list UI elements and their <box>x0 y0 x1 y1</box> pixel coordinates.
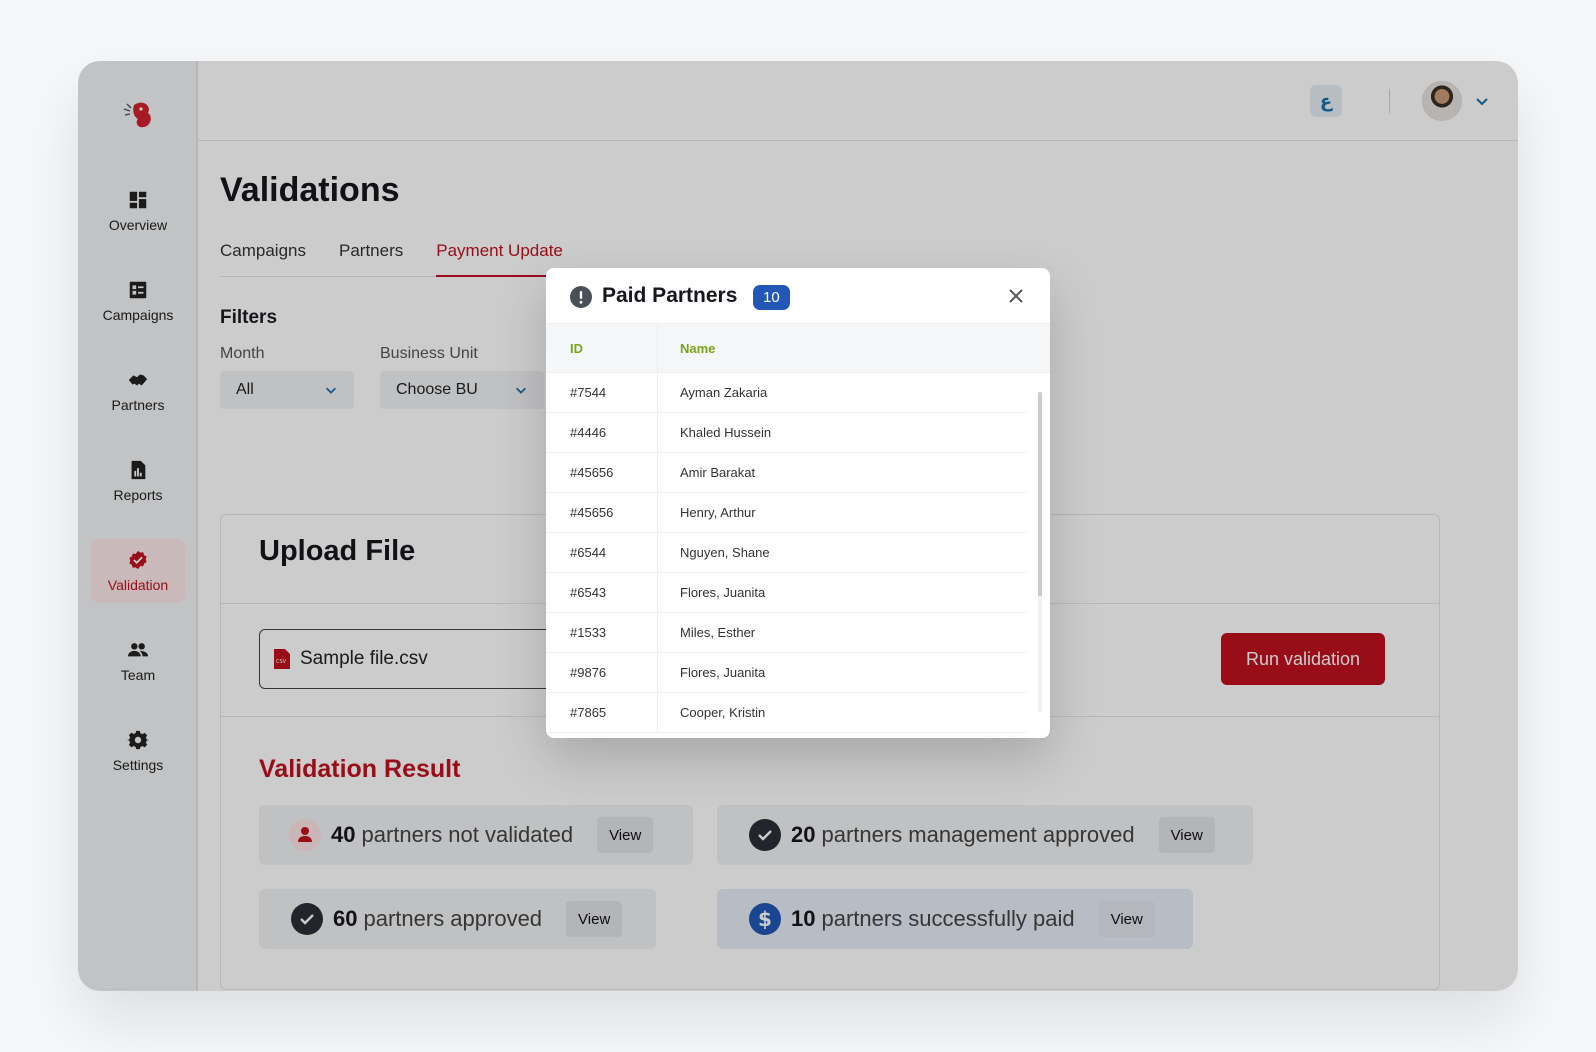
table-row[interactable]: #7544 Ayman Zakaria <box>546 373 1026 413</box>
modal-header: Paid Partners 10 <box>546 268 1050 324</box>
column-header-id[interactable]: ID <box>546 324 658 372</box>
cell-id: #7865 <box>546 693 658 732</box>
table-row[interactable]: #1533 Miles, Esther <box>546 613 1026 653</box>
cell-name: Henry, Arthur <box>680 505 756 520</box>
cell-id: #9876 <box>546 653 658 692</box>
cell-id: #1533 <box>546 613 658 652</box>
close-icon[interactable] <box>1006 286 1026 306</box>
cell-name: Miles, Esther <box>680 625 756 640</box>
cell-name: Nguyen, Shane <box>680 545 770 560</box>
cell-id: #45656 <box>546 493 658 532</box>
cell-name: Cooper, Kristin <box>680 705 766 720</box>
table-header: ID Name <box>546 324 1050 373</box>
scrollbar[interactable] <box>1038 392 1042 712</box>
cell-id: #6543 <box>546 573 658 612</box>
column-header-name[interactable]: Name <box>658 324 715 372</box>
cell-name: Flores, Juanita <box>680 585 766 600</box>
paid-partners-modal: Paid Partners 10 ID Name #7544 Ayman Zaka… <box>546 268 1050 738</box>
cell-name: Flores, Juanita <box>680 665 766 680</box>
table-row[interactable]: #45656 Amir Barakat <box>546 453 1026 493</box>
cell-name: Ayman Zakaria <box>680 385 768 400</box>
table-row[interactable]: #6543 Flores, Juanita <box>546 573 1026 613</box>
cell-id: #7544 <box>546 373 658 412</box>
alert-icon <box>570 286 592 308</box>
table-row[interactable]: #4446 Khaled Hussein <box>546 413 1026 453</box>
modal-title: Paid Partners <box>602 284 738 307</box>
cell-name: Khaled Hussein <box>680 425 772 440</box>
scrollbar-thumb[interactable] <box>1038 392 1042 596</box>
cell-name: Amir Barakat <box>680 465 756 480</box>
table-row[interactable]: #7865 Cooper, Kristin <box>546 693 1026 733</box>
table-row[interactable]: #9876 Flores, Juanita <box>546 653 1026 693</box>
cell-id: #45656 <box>546 453 658 492</box>
table-row[interactable]: #45656 Henry, Arthur <box>546 493 1026 533</box>
table-row[interactable]: #6544 Nguyen, Shane <box>546 533 1026 573</box>
cell-id: #4446 <box>546 413 658 452</box>
table-body: #7544 Ayman Zakaria #4446 Khaled Hussein #… <box>546 373 1050 733</box>
cell-id: #6544 <box>546 533 658 572</box>
count-badge: 10 <box>753 285 790 310</box>
